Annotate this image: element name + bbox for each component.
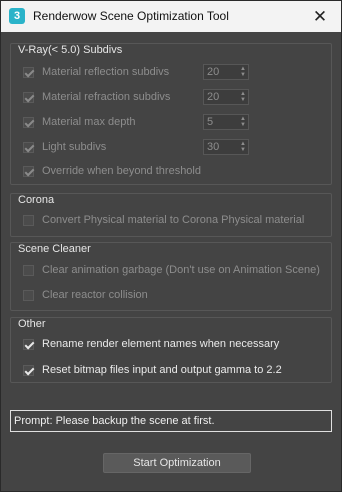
rename-elements-row: Rename render element names when necessa…	[23, 336, 328, 352]
material-max-depth-spinner[interactable]: 5 ▲ ▼	[203, 114, 249, 130]
other-group: Other Rename render element names when n…	[10, 317, 332, 383]
spinner-value: 5	[207, 116, 214, 128]
spinner-value: 30	[207, 141, 220, 153]
reset-gamma-checkbox[interactable]	[23, 365, 34, 376]
override-threshold-checkbox[interactable]	[23, 166, 34, 177]
clear-animation-checkbox[interactable]	[23, 265, 34, 276]
override-threshold-row: Override when beyond threshold	[23, 163, 323, 179]
material-reflection-checkbox[interactable]	[23, 67, 34, 78]
clear-animation-row: Clear animation garbage (Don't use on An…	[23, 262, 328, 278]
spinner-arrows-icon[interactable]: ▲ ▼	[240, 116, 246, 128]
spinner-arrows-icon[interactable]: ▲ ▼	[240, 91, 246, 103]
spinner-value: 20	[207, 66, 220, 78]
material-reflection-spinner[interactable]: 20 ▲ ▼	[203, 64, 249, 80]
light-subdivs-spinner[interactable]: 30 ▲ ▼	[203, 139, 249, 155]
vray-subdivs-group: V-Ray(< 5.0) Subdivs Material reflection…	[10, 43, 332, 185]
corona-group: Corona Convert Physical material to Coro…	[10, 193, 332, 237]
light-subdivs-checkbox[interactable]	[23, 142, 34, 153]
title-bar: 3 Renderwow Scene Optimization Tool ✕	[1, 1, 341, 32]
scene-cleaner-group-title: Scene Cleaner	[18, 243, 91, 255]
material-reflection-label: Material reflection subdivs	[42, 66, 170, 78]
spinner-arrows-icon[interactable]: ▲ ▼	[240, 141, 246, 153]
material-refraction-checkbox[interactable]	[23, 92, 34, 103]
other-group-title: Other	[18, 318, 46, 330]
material-max-depth-row: Material max depth 5 ▲ ▼	[23, 114, 323, 130]
clear-animation-label: Clear animation garbage (Don't use on An…	[42, 264, 320, 276]
reset-gamma-label: Reset bitmap files input and output gamm…	[42, 364, 282, 376]
clear-reactor-label: Clear reactor collision	[42, 289, 148, 301]
close-button[interactable]: ✕	[305, 4, 335, 29]
convert-physical-row: Convert Physical material to Corona Phys…	[23, 212, 328, 228]
light-subdivs-label: Light subdivs	[42, 141, 107, 153]
material-refraction-spinner[interactable]: 20 ▲ ▼	[203, 89, 249, 105]
clear-reactor-row: Clear reactor collision	[23, 287, 328, 303]
material-reflection-row: Material reflection subdivs 20 ▲ ▼	[23, 64, 323, 80]
window-title: Renderwow Scene Optimization Tool	[33, 9, 229, 23]
clear-reactor-checkbox[interactable]	[23, 290, 34, 301]
material-max-depth-label: Material max depth	[42, 116, 136, 128]
rename-elements-label: Rename render element names when necessa…	[42, 338, 280, 350]
spinner-arrows-icon[interactable]: ▲ ▼	[240, 66, 246, 78]
material-refraction-label: Material refraction subdivs	[42, 91, 171, 103]
reset-gamma-row: Reset bitmap files input and output gamm…	[23, 362, 328, 378]
light-subdivs-row: Light subdivs 30 ▲ ▼	[23, 139, 323, 155]
convert-physical-checkbox[interactable]	[23, 215, 34, 226]
override-threshold-label: Override when beyond threshold	[42, 165, 201, 177]
app-icon: 3	[9, 8, 25, 24]
start-optimization-button[interactable]: Start Optimization	[103, 453, 251, 473]
convert-physical-label: Convert Physical material to Corona Phys…	[42, 214, 305, 226]
spinner-value: 20	[207, 91, 220, 103]
vray-group-title: V-Ray(< 5.0) Subdivs	[18, 44, 123, 56]
material-max-depth-checkbox[interactable]	[23, 117, 34, 128]
scene-cleaner-group: Scene Cleaner Clear animation garbage (D…	[10, 242, 332, 311]
rename-elements-checkbox[interactable]	[23, 339, 34, 350]
material-refraction-row: Material refraction subdivs 20 ▲ ▼	[23, 89, 323, 105]
prompt-field: Prompt: Please backup the scene at first…	[10, 410, 332, 432]
optimization-tool-window: 3 Renderwow Scene Optimization Tool ✕ V-…	[0, 0, 342, 492]
prompt-text: Prompt: Please backup the scene at first…	[14, 415, 215, 427]
corona-group-title: Corona	[18, 194, 55, 206]
